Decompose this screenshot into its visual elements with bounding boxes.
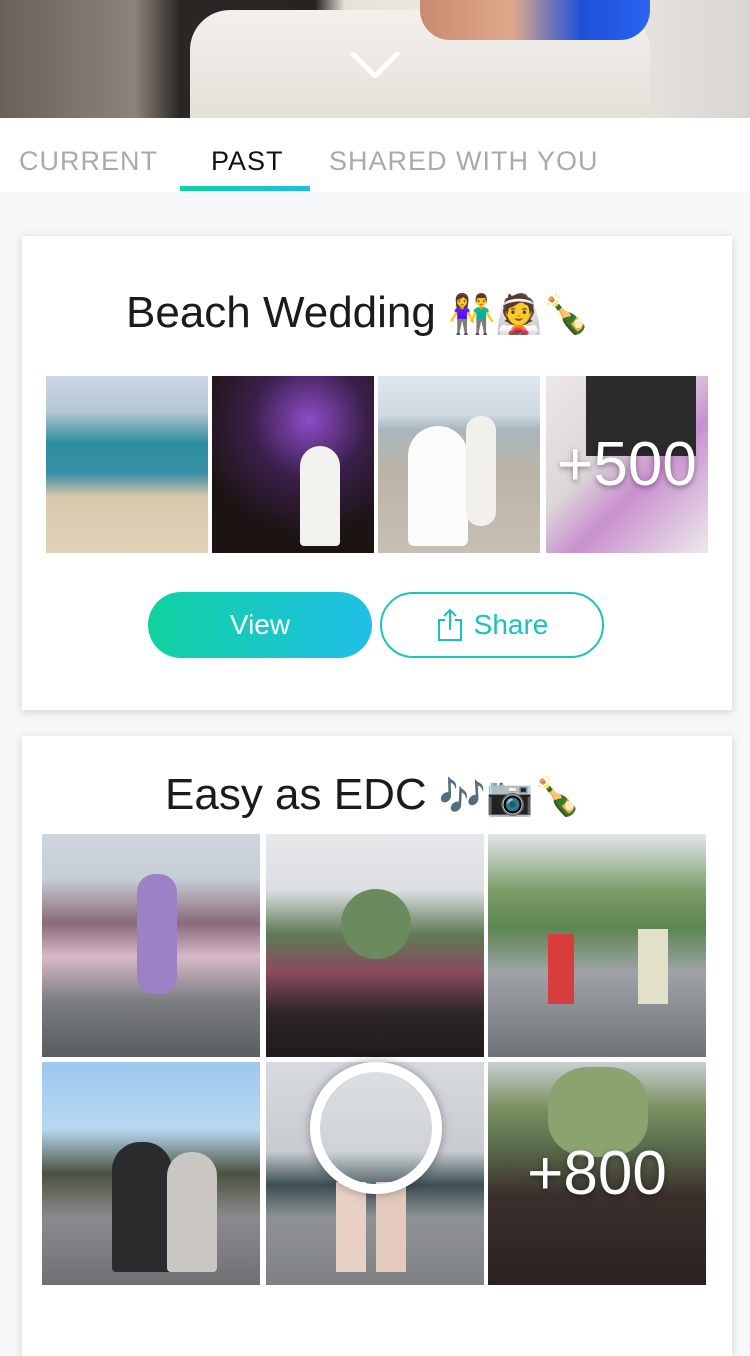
tab-past[interactable]: PAST [211,146,284,177]
album-photo[interactable] [42,1062,260,1285]
view-button[interactable]: View [148,592,372,658]
album-card-beach-wedding: Beach Wedding 👫👰🍾 +500 View Share [22,236,732,710]
chevron-down-icon[interactable] [350,50,400,80]
album-photo[interactable] [266,834,484,1057]
tab-bar: CURRENT PAST SHARED WITH YOU [0,118,750,192]
more-photos-count: +800 [527,1139,667,1208]
share-icon [437,608,462,641]
album-emojis: 👫👰🍾 [448,292,591,336]
loading-ring-icon [310,1062,442,1194]
album-photo-more[interactable]: +800 [488,1062,706,1285]
album-photo[interactable] [46,376,208,553]
album-photo[interactable] [378,376,540,553]
album-photo[interactable] [488,834,706,1057]
album-title: Easy as EDC 🎶📷🍾 [165,770,581,819]
album-photo[interactable] [42,834,260,1057]
share-button-label: Share [473,609,549,640]
tab-shared-with-you[interactable]: SHARED WITH YOU [329,146,599,177]
album-card-edc: Easy as EDC 🎶📷🍾 +800 [22,736,732,1356]
view-button-label: View [229,609,291,640]
more-photos-count: +500 [557,430,697,499]
active-tab-indicator [180,186,310,191]
album-photo-more[interactable]: +500 [546,376,708,553]
tab-current[interactable]: CURRENT [19,146,158,177]
album-title: Beach Wedding 👫👰🍾 [126,288,591,337]
album-emojis: 🎶📷🍾 [438,774,581,818]
cover-photo-detail [420,0,650,40]
share-button[interactable]: Share [380,592,604,658]
cover-photo [0,0,750,118]
album-photo[interactable] [212,376,374,553]
